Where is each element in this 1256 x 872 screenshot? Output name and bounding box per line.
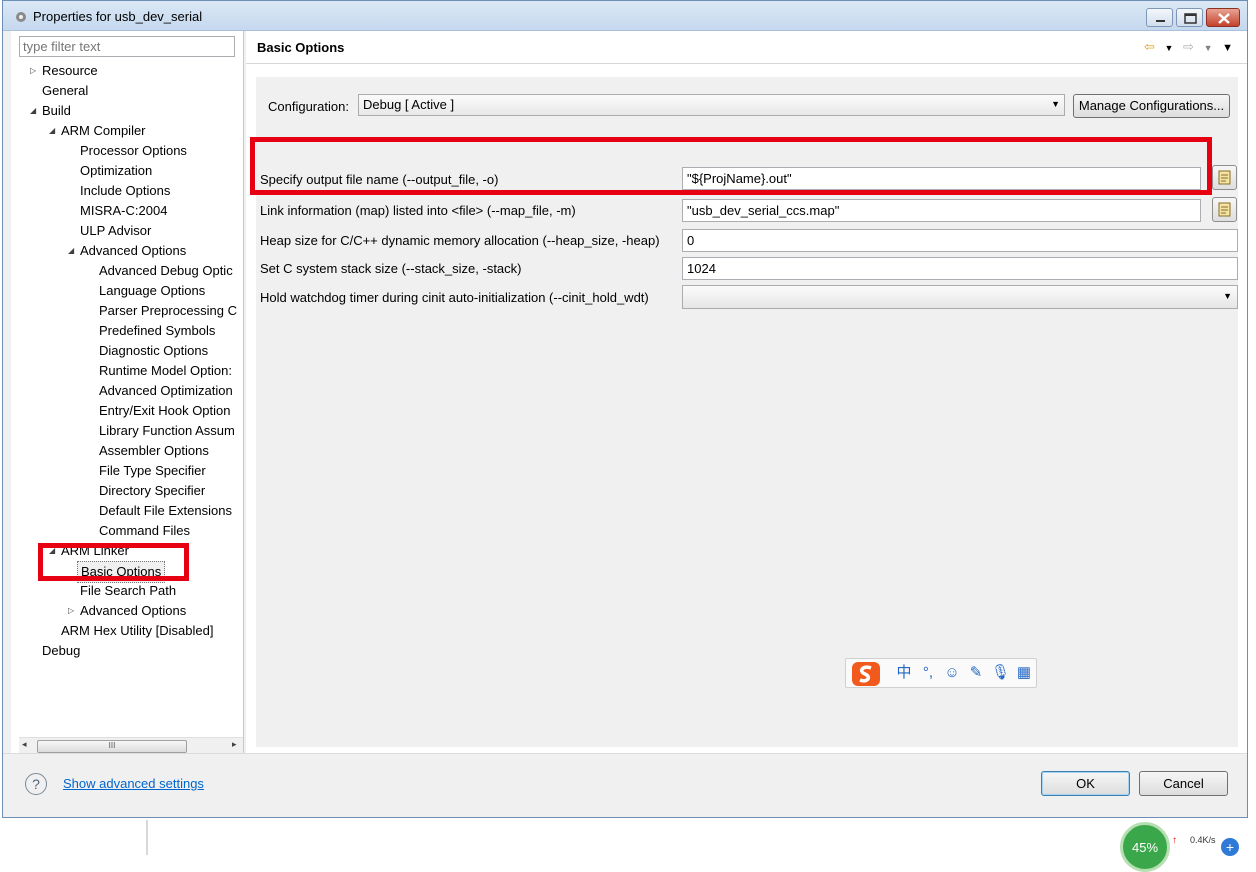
tree-item-label: Advanced Options bbox=[80, 603, 187, 618]
highlight-box-output-file bbox=[250, 137, 1212, 195]
expanded-arrow-icon[interactable]: ◢ bbox=[68, 241, 78, 261]
close-button[interactable] bbox=[1206, 8, 1240, 27]
map-file-label: Link information (map) listed into <file… bbox=[260, 203, 576, 218]
variables-icon bbox=[1218, 170, 1231, 185]
window-title: Properties for usb_dev_serial bbox=[33, 9, 203, 24]
tree-item-label: MISRA-C:2004 bbox=[80, 203, 168, 218]
scroll-right-icon[interactable]: ▸ bbox=[232, 739, 237, 750]
properties-dialog: Properties for usb_dev_serial ▷Resource … bbox=[2, 0, 1248, 818]
tree-item-label: Optimization bbox=[80, 163, 153, 178]
emoji-icon[interactable]: ☺ bbox=[943, 664, 961, 682]
filter-input[interactable] bbox=[19, 36, 235, 57]
tree-item-label: Processor Options bbox=[80, 143, 187, 158]
tree-item-label: Advanced Optimization bbox=[99, 383, 233, 398]
tree-item-label: ARM Compiler bbox=[61, 123, 146, 138]
tree-item-label: File Type Specifier bbox=[99, 463, 206, 478]
tree-item-label: General bbox=[42, 83, 89, 98]
collapsed-arrow-icon[interactable]: ▷ bbox=[30, 61, 40, 81]
tree-item-label: Resource bbox=[42, 63, 98, 78]
forward-menu-icon[interactable]: ▼ bbox=[1204, 43, 1213, 53]
background-divider bbox=[146, 820, 148, 855]
cinit-hold-wdt-label: Hold watchdog timer during cinit auto-in… bbox=[260, 290, 649, 305]
minimize-button[interactable] bbox=[1146, 8, 1173, 27]
cancel-button[interactable]: Cancel bbox=[1139, 771, 1228, 796]
tree-item-label: Advanced Options bbox=[80, 243, 187, 258]
configuration-value: Debug [ Active ] bbox=[363, 97, 455, 112]
ok-button[interactable]: OK bbox=[1041, 771, 1130, 796]
back-menu-icon[interactable]: ▼ bbox=[1164, 43, 1173, 53]
heap-size-label: Heap size for C/C++ dynamic memory alloc… bbox=[260, 233, 660, 248]
property-tree: ▷ Resource General ◢ Build ◢ ARM Compiler P… bbox=[11, 61, 244, 731]
tree-item-label: Command Files bbox=[99, 523, 191, 538]
tree-item-label: Advanced Debug Optic bbox=[99, 263, 233, 278]
tree-item-label: Library Function Assum bbox=[99, 423, 235, 438]
variables-icon bbox=[1218, 202, 1231, 217]
memory-usage-indicator[interactable]: 45% bbox=[1120, 822, 1170, 872]
history-nav: ⇦ ▼ ⇨ ▼ ▼ bbox=[1138, 39, 1233, 55]
microphone-icon[interactable]: 🎙 bbox=[991, 664, 1010, 682]
forward-arrow-icon[interactable]: ⇨ bbox=[1183, 39, 1194, 55]
stack-size-input[interactable] bbox=[682, 257, 1238, 280]
map-file-browse-button[interactable] bbox=[1212, 197, 1237, 222]
manage-configurations-button[interactable]: Manage Configurations... bbox=[1073, 94, 1230, 118]
expanded-arrow-icon[interactable]: ◢ bbox=[49, 121, 59, 141]
tree-item-label: ARM Hex Utility [Disabled] bbox=[61, 623, 214, 638]
page-header: Basic Options ⇦ ▼ ⇨ ▼ ▼ bbox=[246, 31, 1247, 64]
dropdown-arrow-icon: ▼ bbox=[1223, 291, 1232, 301]
handwriting-pen-icon[interactable]: ✎ bbox=[967, 664, 985, 682]
tree-item-label: Directory Specifier bbox=[99, 483, 206, 498]
tree-item-label: ULP Advisor bbox=[80, 223, 152, 238]
map-file-input[interactable] bbox=[682, 199, 1201, 222]
navigation-pane: ▷Resource General ◢Build ◢ARM Compiler P… bbox=[11, 31, 244, 753]
page-title: Basic Options bbox=[257, 40, 345, 55]
upload-rate: 0.4K/s bbox=[1190, 835, 1216, 845]
ime-toolbar: 中 °, ☺ ✎ 🎙 ▦ bbox=[845, 658, 1037, 688]
cinit-hold-wdt-select[interactable]: ▼ bbox=[682, 285, 1238, 309]
scroll-left-icon[interactable]: ◂ bbox=[22, 739, 27, 750]
back-arrow-icon[interactable]: ⇦ bbox=[1144, 39, 1155, 55]
tree-item-label: Predefined Symbols bbox=[99, 323, 216, 338]
view-menu-icon[interactable]: ▼ bbox=[1222, 42, 1233, 54]
tree-item-label: Diagnostic Options bbox=[99, 343, 209, 358]
dropdown-arrow-icon: ▼ bbox=[1051, 99, 1060, 109]
collapsed-arrow-icon[interactable]: ▷ bbox=[68, 601, 78, 621]
tree-item-label: Build bbox=[42, 103, 71, 118]
output-file-browse-button[interactable] bbox=[1212, 165, 1237, 190]
tree-item-label: Entry/Exit Hook Option bbox=[99, 403, 231, 418]
tree-item-label: Assembler Options bbox=[99, 443, 209, 458]
tree-item-label: Include Options bbox=[80, 183, 171, 198]
show-advanced-settings-link[interactable]: Show advanced settings bbox=[63, 776, 204, 791]
accelerate-plus-icon[interactable]: + bbox=[1221, 838, 1239, 856]
highlight-box-linker bbox=[38, 543, 189, 581]
properties-gear-icon bbox=[16, 12, 26, 22]
upload-arrow-icon: ↑ bbox=[1172, 835, 1177, 846]
tree-item-label: Language Options bbox=[99, 283, 206, 298]
network-monitor-widget[interactable]: 45% ↑ 0.4K/s + bbox=[1120, 822, 1256, 872]
configuration-select[interactable]: Debug [ Active ] ▼ bbox=[358, 94, 1065, 116]
heap-size-input[interactable] bbox=[682, 229, 1238, 252]
expanded-arrow-icon[interactable]: ◢ bbox=[30, 101, 40, 121]
help-icon[interactable]: ? bbox=[25, 773, 47, 795]
toolbox-grid-icon[interactable]: ▦ bbox=[1015, 664, 1033, 682]
sogou-logo-icon[interactable] bbox=[850, 661, 884, 687]
stack-size-label: Set C system stack size (--stack_size, -… bbox=[260, 261, 522, 276]
horizontal-scrollbar[interactable]: ◂ III ▸ bbox=[19, 737, 243, 753]
tree-item-label: Debug bbox=[42, 643, 81, 658]
dialog-footer: ? Show advanced settings OK Cancel bbox=[3, 753, 1247, 817]
scroll-thumb[interactable]: III bbox=[37, 740, 187, 753]
tree-item-label: Runtime Model Option: bbox=[99, 363, 232, 378]
cinit-hold-wdt-value bbox=[683, 292, 691, 298]
punctuation-icon[interactable]: °, bbox=[919, 664, 937, 682]
ime-chinese-mode-icon[interactable]: 中 bbox=[895, 664, 913, 682]
tree-item-label: Parser Preprocessing C bbox=[99, 303, 237, 318]
maximize-button[interactable] bbox=[1176, 8, 1203, 27]
tree-item-label: Default File Extensions bbox=[99, 503, 232, 518]
configuration-label: Configuration: bbox=[268, 99, 349, 114]
title-bar: Properties for usb_dev_serial bbox=[3, 1, 1247, 31]
tree-item-label: File Search Path bbox=[80, 583, 177, 598]
